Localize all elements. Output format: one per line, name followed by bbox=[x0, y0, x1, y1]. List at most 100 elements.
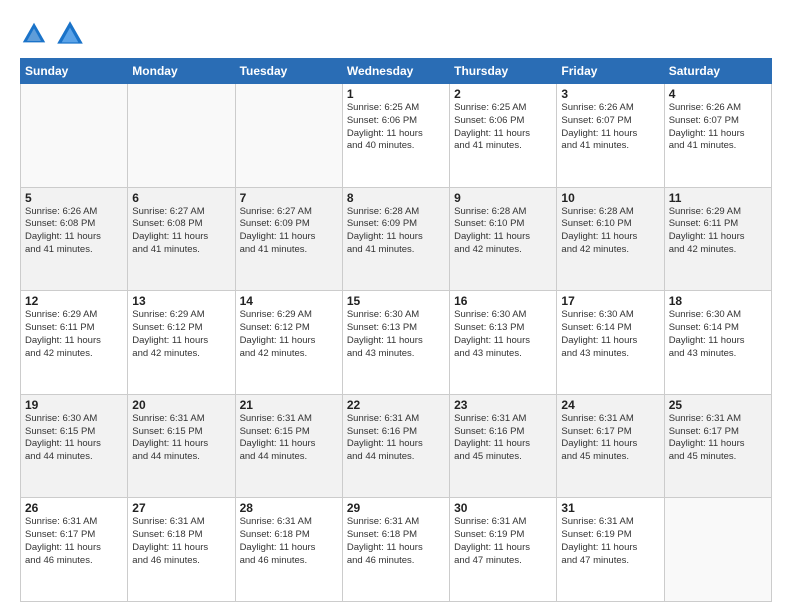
calendar-cell: 12Sunrise: 6:29 AM Sunset: 6:11 PM Dayli… bbox=[21, 291, 128, 395]
weekday-header-monday: Monday bbox=[128, 59, 235, 84]
day-number: 14 bbox=[240, 294, 338, 308]
calendar-cell: 4Sunrise: 6:26 AM Sunset: 6:07 PM Daylig… bbox=[664, 84, 771, 188]
day-number: 12 bbox=[25, 294, 123, 308]
page: SundayMondayTuesdayWednesdayThursdayFrid… bbox=[0, 0, 792, 612]
calendar-row-3: 12Sunrise: 6:29 AM Sunset: 6:11 PM Dayli… bbox=[21, 291, 772, 395]
calendar-cell: 11Sunrise: 6:29 AM Sunset: 6:11 PM Dayli… bbox=[664, 187, 771, 291]
day-info: Sunrise: 6:30 AM Sunset: 6:15 PM Dayligh… bbox=[25, 413, 123, 464]
day-number: 5 bbox=[25, 191, 123, 205]
day-number: 16 bbox=[454, 294, 552, 308]
day-number: 9 bbox=[454, 191, 552, 205]
header bbox=[20, 18, 772, 50]
calendar-row-1: 1Sunrise: 6:25 AM Sunset: 6:06 PM Daylig… bbox=[21, 84, 772, 188]
day-info: Sunrise: 6:30 AM Sunset: 6:13 PM Dayligh… bbox=[454, 309, 552, 360]
calendar-cell: 8Sunrise: 6:28 AM Sunset: 6:09 PM Daylig… bbox=[342, 187, 449, 291]
day-info: Sunrise: 6:29 AM Sunset: 6:12 PM Dayligh… bbox=[240, 309, 338, 360]
day-info: Sunrise: 6:27 AM Sunset: 6:08 PM Dayligh… bbox=[132, 206, 230, 257]
weekday-header-row: SundayMondayTuesdayWednesdayThursdayFrid… bbox=[21, 59, 772, 84]
calendar-table: SundayMondayTuesdayWednesdayThursdayFrid… bbox=[20, 58, 772, 602]
day-info: Sunrise: 6:31 AM Sunset: 6:16 PM Dayligh… bbox=[347, 413, 445, 464]
calendar-cell bbox=[664, 498, 771, 602]
calendar-cell: 21Sunrise: 6:31 AM Sunset: 6:15 PM Dayli… bbox=[235, 394, 342, 498]
day-info: Sunrise: 6:30 AM Sunset: 6:14 PM Dayligh… bbox=[669, 309, 767, 360]
day-info: Sunrise: 6:30 AM Sunset: 6:13 PM Dayligh… bbox=[347, 309, 445, 360]
day-number: 22 bbox=[347, 398, 445, 412]
day-number: 28 bbox=[240, 501, 338, 515]
day-info: Sunrise: 6:26 AM Sunset: 6:07 PM Dayligh… bbox=[669, 102, 767, 153]
calendar-cell: 15Sunrise: 6:30 AM Sunset: 6:13 PM Dayli… bbox=[342, 291, 449, 395]
weekday-header-sunday: Sunday bbox=[21, 59, 128, 84]
day-number: 13 bbox=[132, 294, 230, 308]
day-number: 30 bbox=[454, 501, 552, 515]
calendar-cell: 29Sunrise: 6:31 AM Sunset: 6:18 PM Dayli… bbox=[342, 498, 449, 602]
logo-triangle bbox=[54, 18, 86, 50]
calendar-cell: 19Sunrise: 6:30 AM Sunset: 6:15 PM Dayli… bbox=[21, 394, 128, 498]
calendar-cell bbox=[128, 84, 235, 188]
calendar-cell: 6Sunrise: 6:27 AM Sunset: 6:08 PM Daylig… bbox=[128, 187, 235, 291]
day-number: 23 bbox=[454, 398, 552, 412]
day-info: Sunrise: 6:31 AM Sunset: 6:17 PM Dayligh… bbox=[561, 413, 659, 464]
weekday-header-thursday: Thursday bbox=[450, 59, 557, 84]
day-number: 17 bbox=[561, 294, 659, 308]
day-number: 11 bbox=[669, 191, 767, 205]
calendar-cell: 9Sunrise: 6:28 AM Sunset: 6:10 PM Daylig… bbox=[450, 187, 557, 291]
day-info: Sunrise: 6:30 AM Sunset: 6:14 PM Dayligh… bbox=[561, 309, 659, 360]
day-info: Sunrise: 6:29 AM Sunset: 6:12 PM Dayligh… bbox=[132, 309, 230, 360]
day-info: Sunrise: 6:31 AM Sunset: 6:15 PM Dayligh… bbox=[240, 413, 338, 464]
day-info: Sunrise: 6:31 AM Sunset: 6:18 PM Dayligh… bbox=[240, 516, 338, 567]
weekday-header-wednesday: Wednesday bbox=[342, 59, 449, 84]
logo bbox=[20, 18, 90, 50]
calendar-cell: 26Sunrise: 6:31 AM Sunset: 6:17 PM Dayli… bbox=[21, 498, 128, 602]
day-info: Sunrise: 6:29 AM Sunset: 6:11 PM Dayligh… bbox=[25, 309, 123, 360]
day-info: Sunrise: 6:31 AM Sunset: 6:15 PM Dayligh… bbox=[132, 413, 230, 464]
calendar-row-5: 26Sunrise: 6:31 AM Sunset: 6:17 PM Dayli… bbox=[21, 498, 772, 602]
calendar-cell: 25Sunrise: 6:31 AM Sunset: 6:17 PM Dayli… bbox=[664, 394, 771, 498]
calendar-cell: 24Sunrise: 6:31 AM Sunset: 6:17 PM Dayli… bbox=[557, 394, 664, 498]
day-info: Sunrise: 6:27 AM Sunset: 6:09 PM Dayligh… bbox=[240, 206, 338, 257]
day-info: Sunrise: 6:31 AM Sunset: 6:17 PM Dayligh… bbox=[669, 413, 767, 464]
calendar-cell: 18Sunrise: 6:30 AM Sunset: 6:14 PM Dayli… bbox=[664, 291, 771, 395]
day-info: Sunrise: 6:29 AM Sunset: 6:11 PM Dayligh… bbox=[669, 206, 767, 257]
day-info: Sunrise: 6:31 AM Sunset: 6:16 PM Dayligh… bbox=[454, 413, 552, 464]
day-info: Sunrise: 6:31 AM Sunset: 6:18 PM Dayligh… bbox=[132, 516, 230, 567]
day-info: Sunrise: 6:28 AM Sunset: 6:10 PM Dayligh… bbox=[561, 206, 659, 257]
day-number: 29 bbox=[347, 501, 445, 515]
day-number: 31 bbox=[561, 501, 659, 515]
calendar-row-2: 5Sunrise: 6:26 AM Sunset: 6:08 PM Daylig… bbox=[21, 187, 772, 291]
calendar-cell: 30Sunrise: 6:31 AM Sunset: 6:19 PM Dayli… bbox=[450, 498, 557, 602]
calendar-cell: 7Sunrise: 6:27 AM Sunset: 6:09 PM Daylig… bbox=[235, 187, 342, 291]
day-info: Sunrise: 6:28 AM Sunset: 6:09 PM Dayligh… bbox=[347, 206, 445, 257]
calendar-cell: 22Sunrise: 6:31 AM Sunset: 6:16 PM Dayli… bbox=[342, 394, 449, 498]
day-info: Sunrise: 6:26 AM Sunset: 6:07 PM Dayligh… bbox=[561, 102, 659, 153]
calendar-cell: 28Sunrise: 6:31 AM Sunset: 6:18 PM Dayli… bbox=[235, 498, 342, 602]
calendar-cell: 20Sunrise: 6:31 AM Sunset: 6:15 PM Dayli… bbox=[128, 394, 235, 498]
day-info: Sunrise: 6:26 AM Sunset: 6:08 PM Dayligh… bbox=[25, 206, 123, 257]
calendar-cell: 14Sunrise: 6:29 AM Sunset: 6:12 PM Dayli… bbox=[235, 291, 342, 395]
calendar-cell: 27Sunrise: 6:31 AM Sunset: 6:18 PM Dayli… bbox=[128, 498, 235, 602]
calendar-cell: 13Sunrise: 6:29 AM Sunset: 6:12 PM Dayli… bbox=[128, 291, 235, 395]
calendar-cell: 10Sunrise: 6:28 AM Sunset: 6:10 PM Dayli… bbox=[557, 187, 664, 291]
calendar-cell bbox=[235, 84, 342, 188]
day-number: 15 bbox=[347, 294, 445, 308]
logo-icon bbox=[20, 20, 48, 48]
calendar-cell: 5Sunrise: 6:26 AM Sunset: 6:08 PM Daylig… bbox=[21, 187, 128, 291]
day-number: 19 bbox=[25, 398, 123, 412]
day-info: Sunrise: 6:31 AM Sunset: 6:17 PM Dayligh… bbox=[25, 516, 123, 567]
day-number: 21 bbox=[240, 398, 338, 412]
day-number: 2 bbox=[454, 87, 552, 101]
calendar-row-4: 19Sunrise: 6:30 AM Sunset: 6:15 PM Dayli… bbox=[21, 394, 772, 498]
day-number: 8 bbox=[347, 191, 445, 205]
day-number: 6 bbox=[132, 191, 230, 205]
day-number: 4 bbox=[669, 87, 767, 101]
weekday-header-saturday: Saturday bbox=[664, 59, 771, 84]
weekday-header-friday: Friday bbox=[557, 59, 664, 84]
day-number: 24 bbox=[561, 398, 659, 412]
day-number: 7 bbox=[240, 191, 338, 205]
day-number: 3 bbox=[561, 87, 659, 101]
weekday-header-tuesday: Tuesday bbox=[235, 59, 342, 84]
calendar-cell: 31Sunrise: 6:31 AM Sunset: 6:19 PM Dayli… bbox=[557, 498, 664, 602]
day-number: 26 bbox=[25, 501, 123, 515]
day-number: 10 bbox=[561, 191, 659, 205]
calendar-cell: 2Sunrise: 6:25 AM Sunset: 6:06 PM Daylig… bbox=[450, 84, 557, 188]
calendar-cell: 23Sunrise: 6:31 AM Sunset: 6:16 PM Dayli… bbox=[450, 394, 557, 498]
